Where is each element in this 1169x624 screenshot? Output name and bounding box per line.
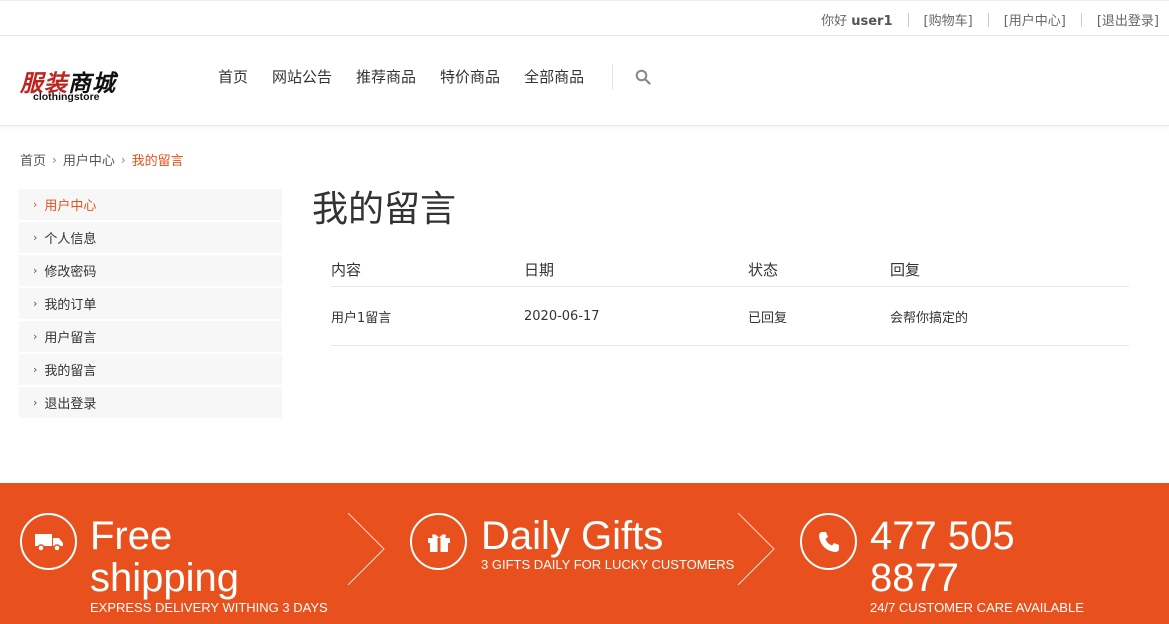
- sidebar-item-my-messages[interactable]: › 我的留言: [19, 354, 282, 385]
- main-nav: 首页 网站公告 推荐商品 特价商品 全部商品: [218, 66, 608, 87]
- nav-home[interactable]: 首页: [218, 66, 248, 87]
- feature-title-line1: 477 505: [870, 514, 1015, 558]
- chevron-right-icon: ›: [33, 231, 38, 244]
- nav-divider: [612, 64, 613, 90]
- nav-announcements[interactable]: 网站公告: [272, 66, 332, 87]
- sidebar: › 用户中心 › 个人信息 › 修改密码 › 我的订单 › 用户留言 › 我的留言 › 退出登…: [19, 189, 282, 420]
- chevron-right-icon: ›: [33, 297, 38, 310]
- column-header-status: 状态: [748, 260, 779, 279]
- site-header: 服装商城 clothingstore 首页 网站公告 推荐商品 特价商品 全部商…: [0, 36, 1169, 126]
- truck-icon: [20, 513, 77, 570]
- divider: [1080, 12, 1082, 27]
- features-footer: Free shipping EXPRESS DELIVERY WITHING 3…: [0, 483, 1169, 624]
- page-title: 我的留言: [312, 189, 457, 230]
- cell-status: 已回复: [748, 310, 788, 326]
- breadcrumb-user-center[interactable]: 用户中心: [63, 150, 115, 169]
- nav-specials[interactable]: 特价商品: [440, 66, 500, 87]
- feature-title-line1: Daily Gifts: [481, 514, 664, 558]
- sidebar-item-orders[interactable]: › 我的订单: [19, 288, 282, 319]
- feature-title-line1: Free: [90, 514, 173, 558]
- chevron-right-icon: ›: [120, 152, 126, 167]
- sidebar-item-user-center[interactable]: › 用户中心: [19, 189, 282, 220]
- nav-all-products[interactable]: 全部商品: [524, 66, 584, 87]
- chevron-right-icon: ›: [33, 198, 38, 211]
- username: user1: [851, 14, 893, 29]
- divider: [907, 12, 909, 27]
- chevron-right-icon: [737, 513, 775, 585]
- sidebar-item-profile[interactable]: › 个人信息: [19, 222, 282, 253]
- column-header-reply: 回复: [890, 260, 921, 279]
- table-row: 用户1留言 2020-06-17 已回复 会帮你搞定的: [331, 287, 1129, 346]
- gift-icon: [410, 513, 467, 570]
- feature-subtitle: 24/7 CUSTOMER CARE AVAILABLE: [870, 600, 1084, 615]
- column-header-content: 内容: [331, 260, 362, 279]
- search-icon[interactable]: [635, 69, 651, 85]
- chevron-right-icon: ›: [33, 264, 38, 277]
- sidebar-item-change-password[interactable]: › 修改密码: [19, 255, 282, 286]
- chevron-right-icon: ›: [33, 363, 38, 376]
- site-logo[interactable]: 服装商城 clothingstore: [20, 64, 140, 104]
- breadcrumb-current: 我的留言: [131, 154, 184, 169]
- chevron-right-icon: ›: [33, 330, 38, 343]
- cell-date: 2020-06-17: [524, 308, 600, 324]
- feature-title-line2: shipping: [90, 556, 240, 600]
- user-center-link[interactable]: [用户中心]: [1004, 10, 1066, 29]
- phone-icon: [800, 513, 857, 570]
- feature-subtitle: 3 GIFTS DAILY FOR LUCKY CUSTOMERS: [481, 557, 735, 572]
- sidebar-item-leave-message[interactable]: › 用户留言: [19, 321, 282, 352]
- sidebar-item-logout[interactable]: › 退出登录: [19, 387, 282, 418]
- cell-reply: 会帮你搞定的: [890, 310, 969, 326]
- greeting: 你好 user1: [821, 14, 893, 29]
- breadcrumb-home[interactable]: 首页: [20, 150, 46, 169]
- chevron-right-icon: ›: [52, 152, 57, 167]
- breadcrumb: 首页 › 用户中心 › 我的留言: [20, 150, 184, 170]
- nav-recommended[interactable]: 推荐商品: [356, 66, 416, 87]
- chevron-right-icon: [347, 513, 385, 585]
- column-header-date: 日期: [524, 260, 555, 279]
- feature-subtitle: EXPRESS DELIVERY WITHING 3 DAYS: [90, 600, 328, 615]
- logout-link[interactable]: [退出登录]: [1097, 10, 1159, 29]
- table-header: 内容 日期 状态 回复: [331, 252, 1129, 287]
- feature-title-line2: 8877: [870, 556, 959, 600]
- top-bar: 你好 user1 [购物车] [用户中心] [退出登录]: [0, 0, 1169, 36]
- cart-link[interactable]: [购物车]: [924, 10, 973, 29]
- top-bar-links: 你好 user1 [购物车] [用户中心] [退出登录]: [821, 10, 1159, 29]
- chevron-right-icon: ›: [33, 396, 38, 409]
- divider: [987, 12, 989, 27]
- cell-content: 用户1留言: [331, 310, 392, 326]
- logo-english: clothingstore: [33, 91, 100, 103]
- messages-table: 内容 日期 状态 回复 用户1留言 2020-06-17 已回复 会帮你搞定的: [331, 252, 1129, 346]
